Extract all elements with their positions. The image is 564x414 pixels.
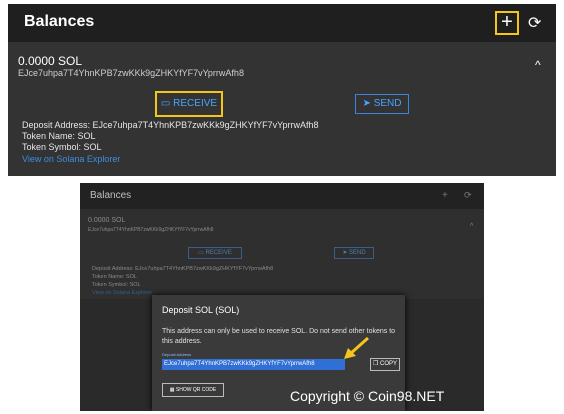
solana-explorer-link[interactable]: View on Solana Explorer xyxy=(22,154,120,164)
balances-panel: Balances + ⟳ 0.0000 SOL EJce7uhpa7T4YhnK… xyxy=(8,4,556,176)
chevron-up-icon: ^ xyxy=(470,223,474,230)
token-symbol-text: Token Symbol: SOL xyxy=(22,142,102,152)
qr-label: SHOW QR CODE xyxy=(175,387,217,393)
token-name-text: Token Name: SOL xyxy=(22,131,96,141)
deposit-address-text: Deposit Address: EJce7uhpa7T4YhnKPB7zwKK… xyxy=(22,120,319,130)
account-address: EJce7uhpa7T4YhnKPB7zwKKk9gZHKYfYF7vYprrw… xyxy=(88,227,214,233)
receive-button: ▭ RECEIVE xyxy=(188,247,242,259)
send-icon: ➤ xyxy=(362,98,374,109)
account-address: EJce7uhpa7T4YhnKPB7zwKKk9gZHKYfYF7vYprrw… xyxy=(18,68,244,78)
deposit-address-text: Deposit Address: EJce7uhpa7T4YhnKPB7zwKK… xyxy=(92,266,274,272)
page-title: Balances xyxy=(90,190,132,201)
copyright-watermark: Copyright © Coin98.NET xyxy=(290,388,445,404)
deposit-address-field[interactable]: EJce7uhpa7T4YhnKPB7zwKKk9gZHKYfYF7vYprrw… xyxy=(162,359,345,370)
token-name-text: Token Name: SOL xyxy=(92,274,137,280)
copy-label: COPY xyxy=(380,361,398,367)
wallet-icon: ▭ xyxy=(160,98,174,109)
wallet-icon: ▭ xyxy=(198,250,206,256)
copy-button[interactable]: ❐ COPY xyxy=(370,358,400,371)
solana-explorer-link: View on Solana Explorer xyxy=(92,290,153,296)
send-button: ➤ SEND xyxy=(334,247,374,259)
refresh-icon[interactable]: ⟳ xyxy=(528,13,541,33)
token-symbol-text: Token Symbol: SOL xyxy=(92,282,141,288)
receive-button[interactable]: ▭ RECEIVE xyxy=(155,91,223,117)
copy-icon: ❐ xyxy=(372,361,381,367)
show-qr-code-button[interactable]: ▦ SHOW QR CODE xyxy=(162,383,224,397)
send-icon: ➤ xyxy=(342,250,350,256)
send-button[interactable]: ➤ SEND xyxy=(355,94,409,114)
add-token-button[interactable]: + xyxy=(495,11,519,35)
chevron-up-icon[interactable]: ^ xyxy=(535,58,541,72)
balances-panel-dialog-view: Balances + ⟳ 0.0000 SOL EJce7uhpa7T4YhnK… xyxy=(80,183,484,411)
page-title: Balances xyxy=(24,13,95,30)
refresh-icon[interactable]: ⟳ xyxy=(464,190,472,201)
dialog-title: Deposit SOL (SOL) xyxy=(162,305,240,315)
send-label: SEND xyxy=(349,250,366,256)
send-label: SEND xyxy=(373,98,402,109)
deposit-address-label: Deposit Address xyxy=(162,352,192,357)
balances-header xyxy=(80,183,484,209)
account-balance: 0.0000 SOL xyxy=(18,54,83,68)
annotation-arrow-icon xyxy=(344,336,369,359)
add-token-icon[interactable]: + xyxy=(442,190,448,201)
receive-label: RECEIVE xyxy=(205,250,232,256)
receive-label: RECEIVE xyxy=(173,98,218,109)
account-balance: 0.0000 SOL xyxy=(88,217,126,224)
